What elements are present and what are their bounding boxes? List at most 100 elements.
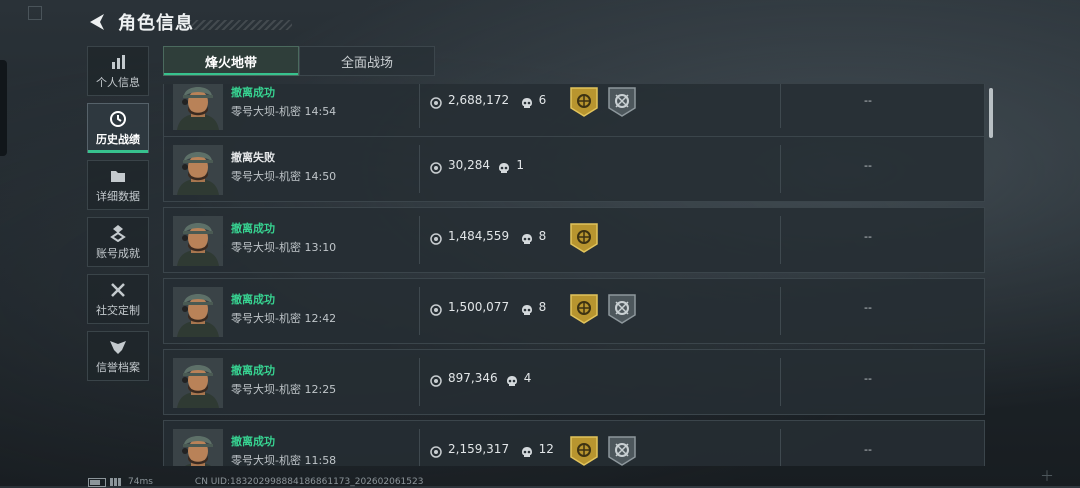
- match-row[interactable]: 撤离成功 零号大坝-机密 12:42 1,500,077 8 --: [163, 278, 985, 344]
- tab-fenghuo[interactable]: 烽火地带: [163, 46, 299, 76]
- column-divider: [780, 145, 781, 193]
- mode-tabs: 烽火地带 全面战场: [163, 46, 435, 76]
- back-arrow-icon: [90, 14, 104, 30]
- extra-info: --: [864, 372, 872, 385]
- coin-icon: [430, 230, 442, 245]
- match-history-list[interactable]: 撤离成功 零号大坝-机密 14:54 2,688,172 6 -- 撤离失败 零…: [163, 84, 985, 466]
- grey-crosshair-badge-icon[interactable]: [607, 293, 637, 325]
- extraction-status: 撤离成功: [231, 293, 275, 306]
- sidebar-item-history[interactable]: 历史战绩: [87, 103, 149, 153]
- gold-shield-badge-icon[interactable]: [569, 293, 599, 325]
- sidebar-item-achievements[interactable]: 账号成就: [87, 217, 149, 267]
- gold-shield-badge-icon[interactable]: [569, 435, 599, 466]
- sidebar-item-social[interactable]: 社交定制: [87, 274, 149, 324]
- kill-count: 1: [516, 158, 525, 172]
- match-info: 零号大坝-机密 12:42: [231, 310, 336, 326]
- skull-icon: [498, 159, 510, 173]
- battery-icon: [88, 477, 106, 487]
- column-divider: [780, 84, 781, 128]
- gold-shield-badge-icon[interactable]: [569, 86, 599, 118]
- sidebar-item-label: 信誉档案: [96, 360, 140, 374]
- operator-portrait: [173, 84, 223, 130]
- corner-frame-icon: [28, 6, 42, 20]
- operator-portrait: [173, 358, 223, 408]
- match-info: 零号大坝-机密 11:58: [231, 452, 336, 466]
- plus-icon: ＋: [1040, 469, 1054, 485]
- sidebar-item-label: 社交定制: [96, 303, 140, 317]
- map-name: 零号大坝-机密: [231, 454, 301, 466]
- skull-icon: [521, 443, 533, 457]
- grey-crosshair-badge-icon[interactable]: [607, 435, 637, 466]
- map-name: 零号大坝-机密: [231, 170, 301, 183]
- folder-icon: [111, 170, 125, 182]
- column-divider: [419, 429, 420, 466]
- map-name: 零号大坝-机密: [231, 105, 301, 118]
- kill-count: 4: [523, 371, 532, 385]
- sidebar-item-credit[interactable]: 信誉档案: [87, 331, 149, 381]
- extra-info: --: [864, 443, 872, 456]
- match-info: 零号大坝-机密 13:10: [231, 239, 336, 255]
- match-row[interactable]: 撤离失败 零号大坝-机密 14:50 30,284 1 --: [163, 136, 985, 202]
- sidebar-item-label: 账号成就: [96, 246, 140, 260]
- match-time: 13:10: [304, 241, 337, 254]
- loot-value: 1,484,559: [448, 229, 510, 243]
- extra-info: --: [864, 94, 872, 107]
- tab-full-battlefield[interactable]: 全面战场: [299, 46, 435, 76]
- skull-icon: [521, 230, 533, 244]
- back-button[interactable]: [86, 11, 108, 33]
- extra-info: --: [864, 301, 872, 314]
- page-header: 角色信息: [86, 8, 292, 36]
- sidebar-item-profile[interactable]: 个人信息: [87, 46, 149, 96]
- list-scrollbar[interactable]: [989, 88, 993, 138]
- column-divider: [780, 216, 781, 264]
- column-divider: [419, 358, 420, 406]
- coin-icon: [430, 301, 442, 316]
- match-info: 零号大坝-机密 14:50: [231, 168, 336, 184]
- coin-icon: [430, 443, 442, 458]
- gold-shield-badge-icon[interactable]: [569, 222, 599, 254]
- match-time: 11:58: [304, 454, 337, 466]
- sidebar-item-details[interactable]: 详细数据: [87, 160, 149, 210]
- match-row[interactable]: 撤离成功 零号大坝-机密 12:25 897,346 4 --: [163, 349, 985, 415]
- extraction-status: 撤离成功: [231, 364, 275, 377]
- operator-portrait: [173, 145, 223, 195]
- extraction-status: 撤离失败: [231, 151, 275, 164]
- coin-icon: [430, 94, 442, 109]
- match-info: 零号大坝-机密 14:54: [231, 103, 336, 119]
- loot-value: 2,159,317: [448, 442, 510, 456]
- map-name: 零号大坝-机密: [231, 241, 301, 254]
- column-divider: [780, 358, 781, 406]
- column-divider: [780, 287, 781, 335]
- match-time: 14:50: [304, 170, 337, 183]
- match-row[interactable]: 撤离成功 零号大坝-机密 13:10 1,484,559 8 --: [163, 207, 985, 273]
- loot-value: 30,284: [448, 158, 490, 172]
- match-row[interactable]: 撤离成功 零号大坝-机密 11:58 2,159,317 12 --: [163, 420, 985, 466]
- skull-icon: [521, 94, 533, 108]
- kill-count: 6: [538, 93, 547, 107]
- tools-icon: [111, 282, 125, 297]
- extra-info: --: [864, 159, 872, 172]
- shield-wings-icon: [110, 340, 126, 354]
- clock-icon: [110, 110, 126, 127]
- operator-portrait: [173, 216, 223, 266]
- match-time: 12:25: [304, 383, 337, 396]
- match-row[interactable]: 撤离成功 零号大坝-机密 14:54 2,688,172 6 --: [163, 84, 985, 137]
- loot-value: 1,500,077: [448, 300, 510, 314]
- column-divider: [419, 287, 420, 335]
- operator-portrait: [173, 429, 223, 466]
- extraction-status: 撤离成功: [231, 86, 275, 99]
- loot-value: 2,688,172: [448, 93, 510, 107]
- column-divider: [419, 145, 420, 193]
- loot-value: 897,346: [448, 371, 498, 385]
- sidebar: 个人信息 历史战绩 详细数据 账号成就 社交定制 信誉档案: [87, 46, 149, 388]
- status-bar: 74ms CN UID:183202998884186861173_202602…: [88, 476, 423, 488]
- match-time: 14:54: [304, 105, 337, 118]
- medal-icon: [110, 224, 126, 242]
- bar-chart-icon: [112, 54, 125, 69]
- column-divider: [419, 216, 420, 264]
- extraction-status: 撤离成功: [231, 222, 275, 235]
- grey-crosshair-badge-icon[interactable]: [607, 86, 637, 118]
- sidebar-item-label: 历史战绩: [96, 132, 140, 146]
- kill-count: 8: [538, 229, 547, 243]
- column-divider: [780, 429, 781, 466]
